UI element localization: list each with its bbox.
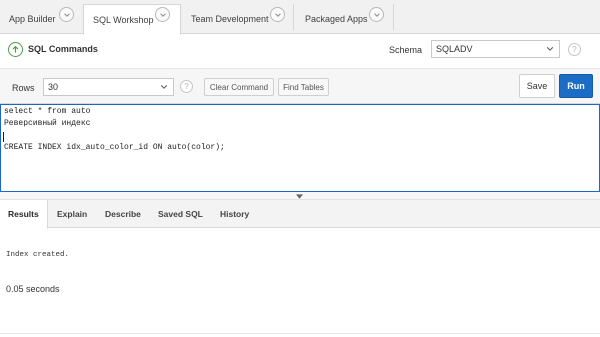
results-tabbar: Results Explain Describe Saved SQL Histo…	[0, 200, 600, 229]
page-header: SQL Commands Schema SQLADV ?	[0, 34, 600, 66]
chevron-down-icon	[546, 47, 554, 51]
tab-label: Team Development	[191, 14, 269, 24]
page-title: SQL Commands	[28, 44, 98, 54]
tab-divider	[393, 4, 394, 30]
chevron-down-icon[interactable]	[369, 7, 384, 22]
schema-select[interactable]: SQLADV	[431, 40, 560, 58]
schema-value: SQLADV	[436, 44, 473, 54]
save-button[interactable]: Save	[519, 74, 555, 98]
code-line: CREATE INDEX idx_auto_color_id ON auto(c…	[4, 143, 225, 152]
rows-label: Rows	[12, 83, 35, 93]
pane-splitter[interactable]	[0, 192, 600, 200]
tab-saved-sql[interactable]: Saved SQL	[158, 200, 203, 228]
find-tables-button[interactable]: Find Tables	[278, 78, 329, 96]
chevron-down-icon[interactable]	[59, 7, 74, 22]
run-button[interactable]: Run	[559, 74, 593, 98]
sql-editor[interactable]: select * from auto Реверсивный индекс CR…	[0, 104, 600, 192]
code-line: Реверсивный индекс	[4, 119, 91, 128]
execution-time: 0.05 seconds	[6, 284, 60, 294]
tab-results[interactable]: Results	[0, 200, 48, 229]
tab-label: SQL Workshop	[93, 14, 154, 25]
help-icon[interactable]: ?	[568, 43, 581, 56]
tab-explain[interactable]: Explain	[57, 200, 87, 228]
chevron-down-icon[interactable]	[270, 7, 285, 22]
clear-command-button[interactable]: Clear Command	[204, 78, 274, 96]
code-line: select * from auto	[4, 107, 91, 116]
top-nav-tabbar: App Builder SQL Workshop Team Developmen…	[0, 0, 600, 35]
rows-select[interactable]: 30	[43, 78, 174, 96]
arrow-up-circle-icon[interactable]	[8, 42, 23, 57]
result-message: Index created.	[6, 251, 70, 259]
command-toolbar: Rows 30 ? Clear Command Find Tables Save…	[0, 68, 600, 104]
tab-label: Packaged Apps	[305, 14, 368, 24]
divider	[0, 333, 600, 334]
splitter-handle-icon	[296, 194, 303, 199]
tab-describe[interactable]: Describe	[105, 200, 141, 228]
text-cursor	[3, 132, 4, 142]
rows-value: 30	[48, 82, 59, 92]
chevron-down-icon	[160, 85, 168, 89]
help-icon[interactable]: ?	[180, 80, 193, 93]
schema-label: Schema	[389, 45, 423, 55]
tab-history[interactable]: History	[220, 200, 249, 228]
tab-divider	[293, 4, 294, 30]
chevron-down-icon[interactable]	[155, 7, 170, 22]
results-panel: Index created. 0.05 seconds	[0, 229, 600, 337]
tab-label: App Builder	[9, 14, 56, 24]
